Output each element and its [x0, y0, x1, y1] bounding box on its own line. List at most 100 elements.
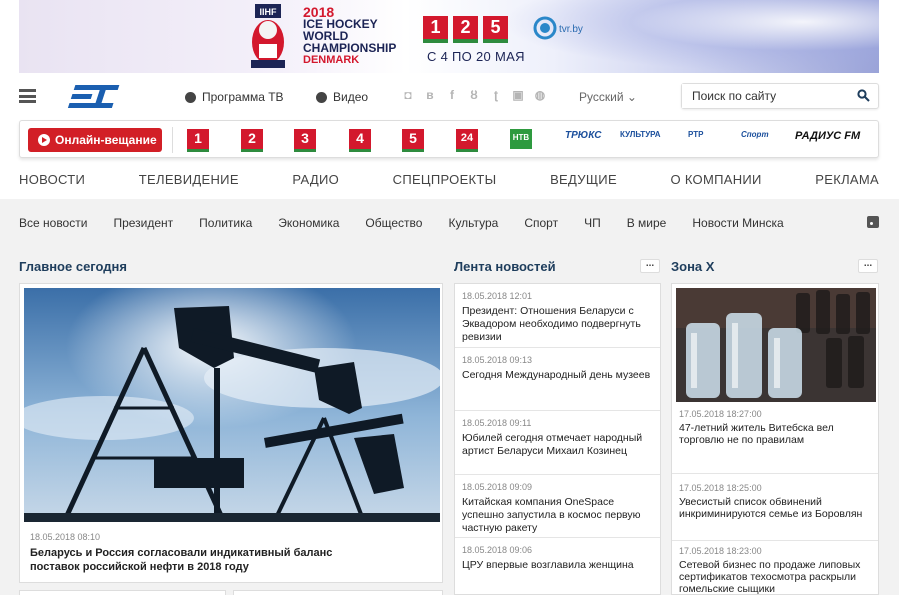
bottles-image[interactable]	[676, 288, 876, 402]
list-item[interactable]: 18.05.2018 09:13 Сегодня Международный д…	[455, 348, 660, 411]
menu-item-special-projects[interactable]: СПЕЦПРОЕКТЫ	[393, 172, 497, 188]
program-tv-icon	[185, 91, 196, 103]
svg-text:IIHF: IIHF	[260, 7, 278, 17]
channel-4-logo[interactable]: 4	[349, 129, 371, 152]
rtr-channel-logo[interactable]: РТР	[688, 130, 703, 139]
language-select[interactable]: Русский ⌄	[579, 90, 637, 104]
ntv-channel-logo[interactable]: НТВ	[510, 129, 532, 149]
channel-5-logo[interactable]: 5	[402, 129, 424, 152]
news-title[interactable]: ЦРУ впервые возглавила женщина	[462, 559, 654, 572]
category-all-news[interactable]: Все новости	[19, 216, 87, 230]
news-title[interactable]: Китайская компания OneSpace успешно запу…	[462, 496, 654, 535]
news-title[interactable]: Президент: Отношения Беларуси с Эквадоро…	[462, 305, 654, 344]
site-logo[interactable]	[66, 83, 124, 111]
channels-divider	[172, 127, 173, 153]
promo-banner[interactable]: IIHF 2018 ICE HOCKEY WORLD CHAMPIONSHIP …	[19, 0, 879, 73]
category-world[interactable]: В мире	[627, 216, 667, 230]
menu-item-television[interactable]: ТЕЛЕВИДЕНИЕ	[139, 172, 239, 188]
zone-x-heading[interactable]: Зона Х	[671, 259, 714, 274]
category-economy[interactable]: Экономика	[278, 216, 339, 230]
menu-item-radio[interactable]: РАДИО	[292, 172, 339, 188]
banner-channel-2: 2	[453, 16, 478, 43]
tvr-logo: tvr.by	[533, 16, 583, 40]
main-story-date: 18.05.2018 08:10	[30, 532, 101, 542]
news-feed-more-button[interactable]: ...	[640, 259, 660, 273]
banner-dates: С 4 ПО 20 МАЯ	[427, 49, 525, 64]
category-culture[interactable]: Культура	[448, 216, 498, 230]
news-date: 18.05.2018 09:11	[462, 418, 532, 428]
video-link[interactable]: Видео	[316, 90, 368, 104]
category-sport[interactable]: Спорт	[524, 216, 558, 230]
zone-news-date: 17.05.2018 18:25:00	[679, 483, 762, 493]
list-item[interactable]: 17.05.2018 18:23:00 Сетевой бизнес по пр…	[672, 541, 878, 595]
instagram-icon[interactable]: ◘	[402, 88, 414, 102]
vk-icon[interactable]: в	[424, 88, 436, 102]
list-item[interactable]: 18.05.2018 09:11 Юбилей сегодня отмечает…	[455, 411, 660, 475]
channel-2-logo[interactable]: 2	[241, 129, 263, 152]
category-politics[interactable]: Политика	[199, 216, 252, 230]
list-item[interactable]: 17.05.2018 18:25:00 Увесистый список обв…	[672, 478, 878, 541]
next-card-left[interactable]	[19, 590, 226, 595]
category-society[interactable]: Общество	[365, 216, 422, 230]
list-item[interactable]: 18.05.2018 09:09 Китайская компания OneS…	[455, 475, 660, 538]
android-icon[interactable]: ◍	[534, 88, 546, 102]
category-incidents[interactable]: ЧП	[584, 216, 601, 230]
zone-news-date: 17.05.2018 18:27:00	[679, 409, 762, 419]
news-feed-list: 18.05.2018 12:01 Президент: Отношения Бе…	[454, 283, 661, 595]
menu-item-advertising[interactable]: РЕКЛАМА	[815, 172, 879, 188]
sport-channel-logo[interactable]: Спорт	[741, 130, 769, 139]
program-tv-link[interactable]: Программа ТВ	[185, 90, 284, 104]
menu-item-about[interactable]: О КОМПАНИИ	[671, 172, 762, 188]
category-minsk-news[interactable]: Новости Минска	[692, 216, 783, 230]
kultura-channel-logo[interactable]: КУЛЬТУРА	[620, 130, 661, 139]
radius-fm-logo[interactable]: РАДИУС FM	[795, 130, 860, 142]
zone-news-title[interactable]: 47-летний житель Витебска вел торговлю н…	[679, 422, 874, 446]
list-item[interactable]: 18.05.2018 12:01 Президент: Отношения Бе…	[455, 284, 660, 348]
rss-icon[interactable]	[867, 216, 879, 228]
menu-icon[interactable]	[19, 89, 36, 103]
oil-pump-image[interactable]	[24, 288, 440, 522]
next-cards-row	[19, 590, 443, 595]
news-date: 18.05.2018 09:13	[462, 355, 533, 365]
championship-title: 2018 ICE HOCKEY WORLD CHAMPIONSHIP DENMA…	[303, 4, 397, 66]
search-box	[681, 83, 879, 109]
zone-x-list: 17.05.2018 18:27:00 47-летний житель Вит…	[671, 283, 879, 595]
news-date: 18.05.2018 09:06	[462, 545, 533, 555]
menu-item-hosts[interactable]: ВЕДУЩИЕ	[550, 172, 617, 188]
banner-channel-1: 1	[423, 16, 448, 43]
news-feed-heading[interactable]: Лента новостей	[454, 259, 556, 274]
live-broadcast-button[interactable]: Онлайн-вещание	[28, 128, 162, 152]
next-card-right[interactable]	[233, 590, 443, 595]
channel-24-logo[interactable]: 24	[456, 129, 478, 152]
menu-item-news[interactable]: НОВОСТИ	[19, 172, 85, 188]
main-story-title[interactable]: Беларусь и Россия согласовали индикативн…	[30, 546, 360, 574]
news-title[interactable]: Сегодня Международный день музеев	[462, 369, 654, 382]
chevron-down-icon: ⌄	[626, 90, 637, 104]
site-header: Программа ТВ Видео ◘ в f ȣ ʈ ▣ ◍ Русский…	[19, 80, 879, 114]
channels-strip: Онлайн-вещание 1 2 3 4 5 24 НТВ ТРЮКС КУ…	[19, 120, 879, 158]
zone-news-date: 17.05.2018 18:23:00	[679, 546, 762, 556]
facebook-icon[interactable]: f	[446, 88, 458, 102]
video-play-icon	[316, 91, 327, 103]
tryuks-channel-logo[interactable]: ТРЮКС	[565, 130, 601, 141]
news-date: 18.05.2018 12:01	[462, 291, 533, 301]
search-input[interactable]	[682, 84, 842, 108]
main-story-card[interactable]: 18.05.2018 08:10 Беларусь и Россия согла…	[19, 283, 443, 583]
news-title[interactable]: Юбилей сегодня отмечает народный артист …	[462, 432, 654, 458]
list-item[interactable]: 18.05.2018 09:06 ЦРУ впервые возглавила …	[455, 538, 660, 595]
odnoklassniki-icon[interactable]: ȣ	[468, 88, 480, 102]
channel-3-logo[interactable]: 3	[294, 129, 316, 152]
zone-x-more-button[interactable]: ...	[858, 259, 878, 273]
channel-1-logo[interactable]: 1	[187, 129, 209, 152]
social-links: ◘ в f ȣ ʈ ▣ ◍	[402, 88, 546, 102]
main-menu: НОВОСТИ ТЕЛЕВИДЕНИЕ РАДИО СПЕЦПРОЕКТЫ ВЕ…	[19, 172, 879, 188]
list-item[interactable]: 17.05.2018 18:27:00 47-летний житель Вит…	[672, 404, 878, 474]
banner-channel-logos: 1 2 5	[423, 16, 508, 43]
twitter-icon[interactable]: ʈ	[490, 88, 502, 102]
category-president[interactable]: Президент	[113, 216, 173, 230]
search-icon[interactable]	[857, 89, 870, 102]
zone-news-title[interactable]: Сетевой бизнес по продаже липовых сертиф…	[679, 559, 874, 595]
svg-text:tvr.by: tvr.by	[559, 24, 583, 35]
zone-news-title[interactable]: Увесистый список обвинений инкриминируют…	[679, 496, 874, 520]
youtube-icon[interactable]: ▣	[512, 88, 524, 102]
